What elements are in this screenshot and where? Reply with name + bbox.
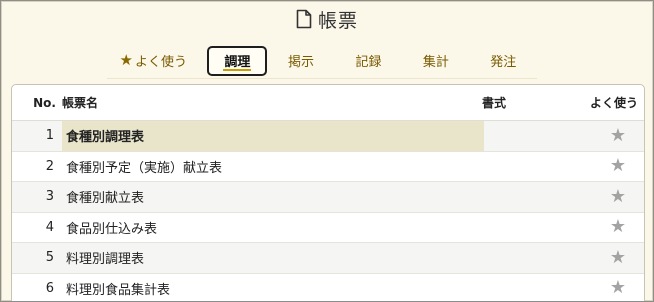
- tab-cooking[interactable]: 調理: [207, 45, 268, 76]
- report-name: 食種別調理表: [62, 121, 484, 151]
- row-number: 4: [45, 219, 54, 235]
- row-number: 5: [45, 250, 54, 266]
- app-frame: 帳票 ★ よく使う 調理 掲示 記録 集計 発注 No. 帳票名 書式 よく使う: [0, 0, 654, 302]
- table-header: No. 帳票名 書式 よく使う: [12, 85, 644, 121]
- favorite-star-icon[interactable]: ★: [610, 126, 626, 145]
- row-number: 6: [45, 280, 54, 296]
- table-row[interactable]: 5 料理別調理表 ★: [12, 243, 644, 274]
- favorite-star-icon[interactable]: ★: [610, 248, 626, 267]
- format-cell: [484, 213, 554, 243]
- row-number: 3: [45, 189, 54, 205]
- table-row[interactable]: 6 料理別食品集計表 ★: [12, 274, 644, 302]
- tab-posting[interactable]: 掲示: [267, 46, 334, 76]
- format-cell: [484, 274, 554, 302]
- category-tabs: ★ よく使う 調理 掲示 記録 集計 発注: [107, 43, 537, 79]
- report-name: 料理別食品集計表: [66, 282, 171, 298]
- tab-label: 掲示: [288, 55, 315, 70]
- table-row[interactable]: 1 食種別調理表 ★: [12, 121, 644, 152]
- page-title: 帳票: [317, 9, 358, 32]
- tab-ordering[interactable]: 発注: [470, 46, 537, 76]
- report-name: 食種別献立表: [66, 191, 145, 207]
- star-icon: ★: [119, 51, 133, 69]
- column-header-name: 帳票名: [62, 96, 99, 110]
- tab-label: 調理: [224, 55, 251, 70]
- format-cell: [484, 121, 554, 151]
- report-name: 料理別調理表: [66, 252, 145, 268]
- tab-records[interactable]: 記録: [335, 46, 402, 76]
- favorite-star-icon[interactable]: ★: [610, 218, 626, 236]
- tab-label: 記録: [355, 55, 382, 70]
- column-header-no: No.: [33, 95, 56, 110]
- column-header-format: 書式: [482, 96, 507, 110]
- table-body: 1 食種別調理表 ★ 2 食種別予定（実施）献立表 ★ 3 食種別献立表 ★ 4…: [12, 121, 644, 302]
- report-list-panel: No. 帳票名 書式 よく使う 1 食種別調理表 ★ 2 食種別予定（実施）献立…: [11, 84, 645, 302]
- format-cell: [484, 182, 554, 212]
- tab-favorites[interactable]: ★ よく使う: [107, 46, 199, 76]
- favorite-star-icon[interactable]: ★: [610, 279, 626, 297]
- table-row[interactable]: 3 食種別献立表 ★: [12, 182, 644, 213]
- table-row[interactable]: 2 食種別予定（実施）献立表 ★: [12, 152, 644, 182]
- format-cell: [484, 243, 554, 273]
- format-cell: [484, 152, 554, 182]
- page-header: 帳票: [1, 3, 653, 35]
- row-number: 2: [45, 158, 54, 174]
- tab-label: 集計: [422, 55, 449, 70]
- report-name: 食種別予定（実施）献立表: [66, 160, 223, 176]
- active-tab-indicator: [223, 68, 252, 71]
- favorite-star-icon[interactable]: ★: [610, 157, 626, 175]
- favorite-star-icon[interactable]: ★: [610, 187, 626, 206]
- report-name: 食品別仕込み表: [66, 221, 158, 237]
- table-row[interactable]: 4 食品別仕込み表 ★: [12, 213, 644, 243]
- tab-totals[interactable]: 集計: [402, 46, 469, 76]
- tab-label: 発注: [490, 55, 517, 70]
- column-header-favorite: よく使う: [589, 96, 638, 110]
- document-icon: [296, 9, 312, 29]
- row-number: 1: [45, 128, 54, 144]
- tab-label: よく使う: [134, 55, 187, 70]
